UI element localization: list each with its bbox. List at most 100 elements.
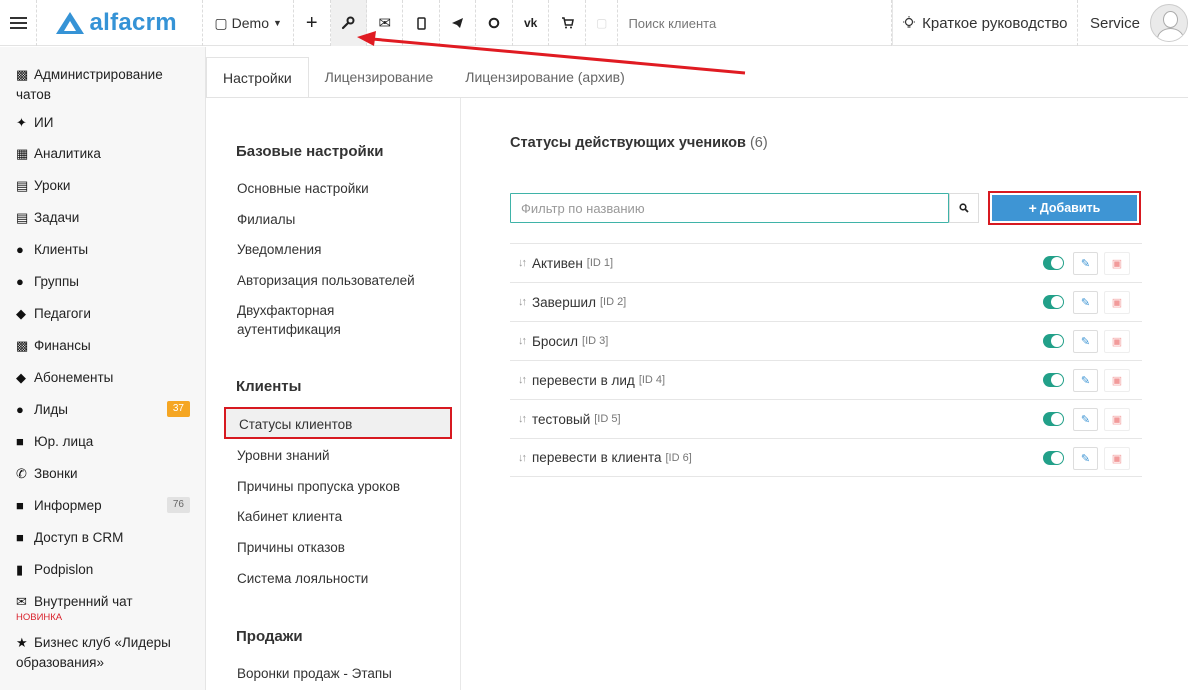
edit-button[interactable]: ✎	[1073, 369, 1098, 392]
sidebar-item-legal-entities[interactable]: ■ Юр. лица	[0, 432, 205, 452]
sidebar-item-calls[interactable]: ✆ Звонки	[0, 464, 205, 484]
settings-link-notifications[interactable]: Уведомления	[237, 240, 447, 259]
status-toggle[interactable]	[1043, 334, 1064, 348]
sort-handle-icon[interactable]: ↓↑	[518, 296, 530, 308]
status-id: [ID 4]	[638, 374, 666, 386]
settings-link-main[interactable]: Основные настройки	[237, 179, 447, 198]
sidebar-item-internal-chat[interactable]: ✉ Внутренний чат НОВИНКА	[0, 592, 205, 623]
calendar-icon: ▤	[16, 178, 29, 193]
mail-button[interactable]: ✉	[367, 0, 404, 46]
user-menu[interactable]: Service	[1078, 0, 1188, 46]
sort-handle-icon[interactable]: ↓↑	[518, 257, 530, 269]
pencil-icon: ✎	[1080, 414, 1091, 426]
logo[interactable]: alfacrm	[37, 0, 204, 46]
map-icon: ▦	[16, 146, 29, 161]
settings-link-knowledge-levels[interactable]: Уровни знаний	[237, 446, 447, 465]
trash-icon: ▣	[1111, 297, 1123, 309]
settings-link-absence-reasons[interactable]: Причины пропуска уроков	[237, 477, 447, 496]
pencil-icon: ✎	[1080, 258, 1091, 270]
sidebar-item-podpislon[interactable]: ▮ Podpislon	[0, 560, 205, 580]
edit-button[interactable]: ✎	[1073, 291, 1098, 314]
client-search[interactable]	[618, 0, 892, 46]
sidebar-item-crm-access[interactable]: ■ Доступ в CRM	[0, 528, 205, 548]
pencil-icon: ✎	[1080, 375, 1091, 387]
settings-link-client-cabinet[interactable]: Кабинет клиента	[237, 507, 447, 526]
filter-input[interactable]	[510, 193, 949, 223]
sidebar-item-chat-admin[interactable]: ▩ Администрирование чатов	[0, 65, 205, 105]
settings-link-sales-funnels[interactable]: Воронки продаж - Этапы	[237, 664, 447, 683]
settings-button[interactable]	[330, 0, 367, 46]
edit-button[interactable]: ✎	[1073, 447, 1098, 470]
whatsapp-icon	[488, 17, 500, 29]
sidebar-item-business-club[interactable]: ★ Бизнес клуб «Лидеры образования»	[0, 633, 205, 673]
status-toggle[interactable]	[1043, 295, 1064, 309]
delete-button[interactable]: ▣	[1104, 291, 1130, 314]
settings-link-2fa[interactable]: Двухфакторная аутентификация	[237, 301, 387, 339]
settings-link-user-auth[interactable]: Авторизация пользователей	[237, 271, 447, 290]
briefcase-icon: ■	[16, 434, 24, 449]
sort-handle-icon[interactable]: ↓↑	[518, 335, 530, 347]
tab-settings[interactable]: Настройки	[206, 57, 309, 98]
sidebar-item-label: Лиды	[34, 402, 68, 417]
sort-handle-icon[interactable]: ↓↑	[518, 452, 530, 464]
pencil-icon: ✎	[1080, 453, 1091, 465]
delete-button[interactable]: ▣	[1104, 408, 1130, 431]
mobile-button[interactable]	[403, 0, 440, 46]
sidebar-item-finance[interactable]: ▩ Финансы	[0, 336, 205, 356]
sidebar-item-groups[interactable]: ● Группы	[0, 272, 205, 292]
money-icon: ▩	[16, 338, 29, 353]
settings-link-client-statuses[interactable]: Статусы клиентов	[224, 407, 452, 439]
vk-button[interactable]: vk	[513, 0, 550, 46]
settings-link-branches[interactable]: Филиалы	[237, 210, 447, 229]
logo-icon	[56, 12, 85, 34]
sidebar-item-label: Аналитика	[34, 146, 101, 161]
delete-button[interactable]: ▣	[1104, 330, 1130, 353]
sidebar-item-label: Финансы	[34, 338, 91, 353]
edit-button[interactable]: ✎	[1073, 252, 1098, 275]
sidebar-item-subscriptions[interactable]: ◆ Абонементы	[0, 368, 205, 388]
sort-handle-icon[interactable]: ↓↑	[518, 413, 530, 425]
user-plus-icon: ●	[16, 402, 24, 417]
tab-licensing[interactable]: Лицензирование	[309, 57, 450, 98]
disabled-button: ▢	[586, 0, 619, 46]
tab-licensing-archive[interactable]: Лицензирование (архив)	[449, 57, 641, 98]
sidebar-item-clients[interactable]: ● Клиенты	[0, 240, 205, 260]
sidebar-item-lessons[interactable]: ▤ Уроки	[0, 176, 205, 196]
sort-handle-icon[interactable]: ↓↑	[518, 374, 530, 386]
table-row: ↓↑ Активен [ID 1] ✎ ▣	[510, 243, 1142, 282]
menu-button[interactable]	[0, 0, 38, 46]
edit-button[interactable]: ✎	[1073, 408, 1098, 431]
add-status-button[interactable]: + Добавить	[992, 195, 1137, 221]
sidebar-item-informer[interactable]: ■ Информер 76	[0, 496, 205, 516]
cart-button[interactable]	[549, 0, 586, 46]
status-toggle[interactable]	[1043, 256, 1064, 270]
add-button[interactable]: +	[294, 0, 331, 46]
avatar[interactable]	[1150, 4, 1188, 42]
sidebar-item-leads[interactable]: ● Лиды 37	[0, 400, 205, 420]
branch-selector[interactable]: ▢ Demo ▼	[203, 0, 295, 46]
settings-link-loyalty[interactable]: Система лояльности	[237, 569, 447, 588]
book-icon: ■	[16, 498, 24, 513]
sidebar-item-teachers[interactable]: ◆ Педагоги	[0, 304, 205, 324]
telegram-button[interactable]	[440, 0, 477, 46]
settings-link-refusal-reasons[interactable]: Причины отказов	[237, 538, 447, 557]
delete-button[interactable]: ▣	[1104, 252, 1130, 275]
sidebar-item-label: Уроки	[34, 178, 71, 193]
delete-button[interactable]: ▣	[1104, 369, 1130, 392]
filter-search-button[interactable]	[949, 193, 979, 223]
delete-button[interactable]: ▣	[1104, 447, 1130, 470]
sidebar-item-analytics[interactable]: ▦ Аналитика	[0, 144, 205, 164]
status-toggle[interactable]	[1043, 451, 1064, 465]
guide-link[interactable]: Краткое руководство	[891, 0, 1078, 46]
status-toggle[interactable]	[1043, 373, 1064, 387]
whatsapp-button[interactable]	[476, 0, 513, 46]
client-search-input[interactable]	[628, 15, 869, 31]
status-toggle[interactable]	[1043, 412, 1064, 426]
sidebar: ▩ Администрирование чатов ✦ ИИ ▦ Аналити…	[0, 47, 206, 690]
telegram-icon	[452, 18, 464, 28]
sidebar-item-ai[interactable]: ✦ ИИ	[0, 113, 205, 133]
edit-button[interactable]: ✎	[1073, 330, 1098, 353]
sidebar-item-tasks[interactable]: ▤ Задачи	[0, 208, 205, 228]
sidebar-item-label: Педагоги	[34, 306, 91, 321]
status-count: (6)	[749, 135, 768, 151]
